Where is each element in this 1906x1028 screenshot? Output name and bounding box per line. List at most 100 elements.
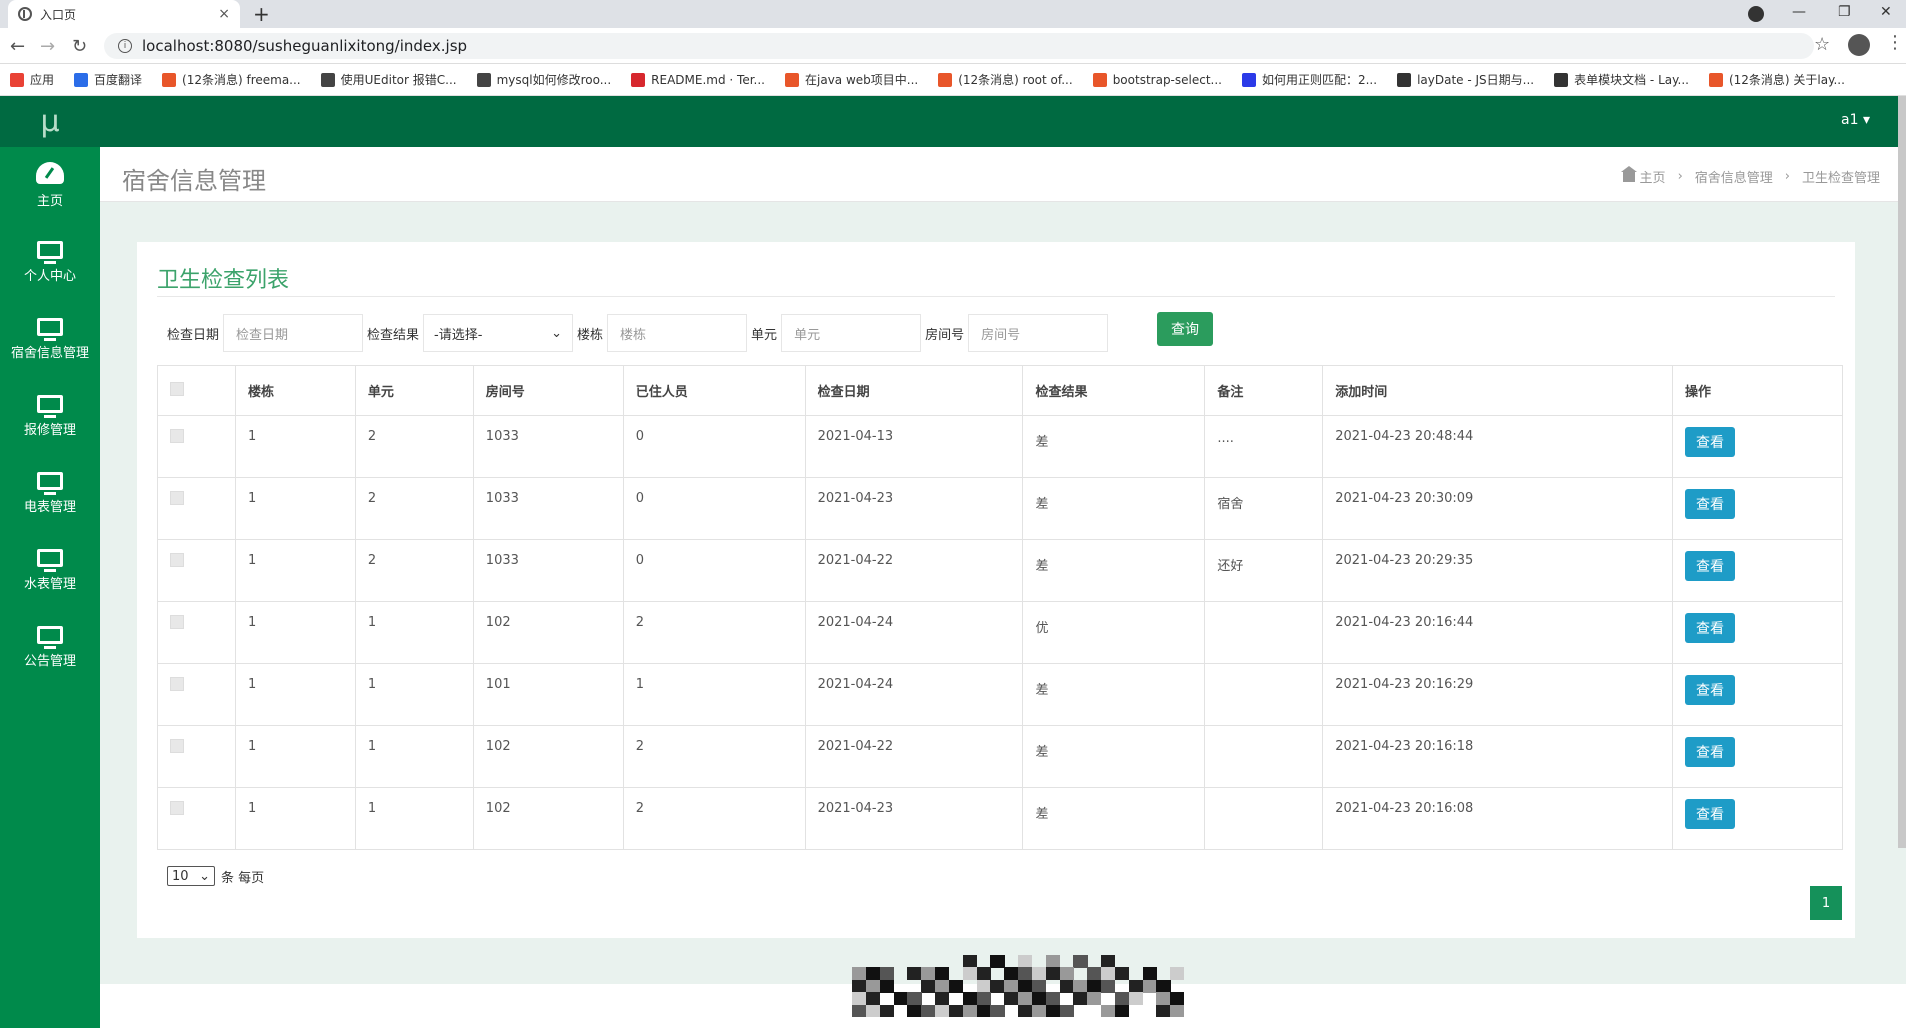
- column-header: 单元: [354, 365, 474, 416]
- select-all-checkbox[interactable]: [170, 381, 184, 396]
- row-checkbox[interactable]: [170, 801, 184, 815]
- page-size-select[interactable]: 10 ⌄: [167, 866, 215, 886]
- dashboard-icon: [36, 162, 64, 184]
- view-button[interactable]: 查看: [1685, 551, 1735, 581]
- cell-added: 2021-04-23 20:48:44: [1322, 415, 1673, 478]
- view-button[interactable]: 查看: [1685, 489, 1735, 519]
- cell-occupants: 2: [622, 601, 806, 664]
- table-row: 1 1 102 2 2021-04-24 优 2021-04-23 20:16:44 查看: [157, 601, 1843, 664]
- mosaic-pixel: [907, 1004, 922, 1018]
- browser-tab[interactable]: 入口页 ×: [8, 0, 240, 28]
- unit-input[interactable]: 单元: [781, 314, 922, 352]
- logo: μ: [0, 96, 100, 147]
- bookmark-item[interactable]: 如何用正则匹配：2...: [1241, 71, 1377, 88]
- view-button[interactable]: 查看: [1685, 427, 1735, 457]
- mosaic-pixel: [852, 1004, 867, 1018]
- info-icon[interactable]: i: [118, 39, 132, 53]
- date-input[interactable]: 检查日期: [223, 314, 364, 352]
- breadcrumb-separator: ›: [1784, 169, 1790, 184]
- column-header: 备注: [1204, 365, 1324, 416]
- column-header: 检查结果: [1022, 365, 1206, 416]
- mosaic-pixel: [1031, 967, 1047, 981]
- cell-occupants: 0: [622, 415, 806, 478]
- sidebar-item[interactable]: 个人中心: [0, 224, 100, 301]
- user-menu[interactable]: a1 ▾: [1841, 112, 1870, 128]
- view-button[interactable]: 查看: [1685, 799, 1735, 829]
- page-size-value: 10: [172, 868, 189, 884]
- cell-building: 1: [234, 477, 356, 540]
- sidebar-item[interactable]: 公告管理: [0, 609, 100, 686]
- row-checkbox[interactable]: [170, 553, 184, 567]
- bookmark-item[interactable]: 使用UEditor 报错C...: [320, 71, 457, 88]
- view-button[interactable]: 查看: [1685, 613, 1735, 643]
- forward-icon[interactable]: →: [40, 36, 55, 57]
- bookmark-item[interactable]: layDate - JS日期与...: [1397, 71, 1534, 88]
- result-select[interactable]: -请选择- ⌄: [423, 314, 574, 352]
- row-checkbox[interactable]: [170, 739, 184, 753]
- sidebar-item[interactable]: 主页: [0, 147, 100, 224]
- view-button[interactable]: 查看: [1685, 675, 1735, 705]
- mosaic-pixel: [1114, 992, 1130, 1006]
- bookmark-item[interactable]: (12条消息) freema...: [162, 71, 301, 88]
- row-checkbox[interactable]: [170, 429, 184, 443]
- restore-icon[interactable]: ❐: [1838, 4, 1851, 20]
- close-window-icon[interactable]: ✕: [1880, 4, 1892, 20]
- sidebar-item[interactable]: 水表管理: [0, 532, 100, 609]
- bookmark-item[interactable]: (12条消息) 关于lay...: [1708, 71, 1845, 88]
- building-input[interactable]: 楼栋: [607, 314, 748, 352]
- row-checkbox[interactable]: [170, 615, 184, 629]
- more-menu-icon[interactable]: ⋮: [1886, 32, 1904, 53]
- column-header: 楼栋: [234, 365, 356, 416]
- cell-result: 差: [1022, 663, 1206, 726]
- profile-dropdown-icon[interactable]: [1748, 6, 1764, 22]
- bookmark-item[interactable]: 百度翻译: [74, 71, 142, 88]
- bookmark-item[interactable]: 表单模块文档 - Lay...: [1554, 71, 1689, 88]
- view-button[interactable]: 查看: [1685, 737, 1735, 767]
- cell-occupants: 2: [622, 725, 806, 788]
- bookmark-label: 百度翻译: [94, 73, 143, 87]
- mosaic-pixel: [976, 979, 991, 993]
- mosaic-pixel: [1156, 992, 1171, 1006]
- minimize-icon[interactable]: —: [1792, 4, 1806, 20]
- cell-note: [1204, 663, 1324, 726]
- mosaic-pixel: [935, 1004, 950, 1018]
- bookmark-item[interactable]: mysql如何修改roo...: [476, 71, 611, 88]
- bookmark-item[interactable]: bootstrap-select...: [1092, 72, 1222, 87]
- bookmark-item[interactable]: 应用: [10, 71, 54, 88]
- bookmark-item[interactable]: 在java web项目中...: [785, 71, 918, 88]
- cell-note: [1204, 787, 1324, 850]
- url-input[interactable]: i localhost:8080/susheguanlixitong/index…: [104, 33, 1814, 59]
- mosaic-pixel: [852, 967, 867, 981]
- query-button[interactable]: 查询: [1157, 312, 1213, 346]
- breadcrumb-home[interactable]: 主页: [1640, 167, 1666, 186]
- reload-icon[interactable]: ↻: [72, 36, 87, 57]
- row-select-cell: [157, 415, 236, 478]
- profile-avatar-icon[interactable]: [1848, 34, 1870, 56]
- mosaic-pixel: [1142, 967, 1157, 981]
- sidebar-item[interactable]: 电表管理: [0, 455, 100, 532]
- mosaic-pixel: [1031, 979, 1047, 993]
- page-scrollbar[interactable]: [1898, 96, 1906, 848]
- cell-added: 2021-04-23 20:30:09: [1322, 477, 1673, 540]
- table-row: 1 2 1033 0 2021-04-23 差宿舍 2021-04-23 20:30:09 查…: [157, 477, 1843, 540]
- sidebar-item[interactable]: 宿舍信息管理: [0, 301, 100, 378]
- bookmark-item[interactable]: (12条消息) root of...: [938, 71, 1073, 88]
- back-icon[interactable]: ←: [10, 36, 25, 57]
- sidebar-item[interactable]: 报修管理: [0, 378, 100, 455]
- page-button-current[interactable]: 1: [1810, 886, 1842, 920]
- bookmark-item[interactable]: README.md · Ter...: [631, 72, 765, 87]
- new-tab-icon[interactable]: +: [253, 2, 270, 26]
- mosaic-pixel: [1128, 979, 1143, 993]
- monitor-icon: [37, 241, 63, 264]
- date-label: 检查日期: [167, 327, 220, 343]
- tab-close-icon[interactable]: ×: [218, 6, 230, 22]
- mosaic-pixel: [1087, 992, 1102, 1006]
- bookmark-star-icon[interactable]: ☆: [1814, 34, 1830, 55]
- row-checkbox[interactable]: [170, 491, 184, 505]
- breadcrumb-level1[interactable]: 宿舍信息管理: [1695, 167, 1773, 186]
- cell-added: 2021-04-23 20:16:08: [1322, 787, 1673, 850]
- room-input[interactable]: 房间号: [968, 314, 1109, 352]
- bookmark-label: bootstrap-select...: [1112, 72, 1222, 87]
- cell-date: 2021-04-23: [804, 787, 1024, 850]
- row-checkbox[interactable]: [170, 677, 184, 691]
